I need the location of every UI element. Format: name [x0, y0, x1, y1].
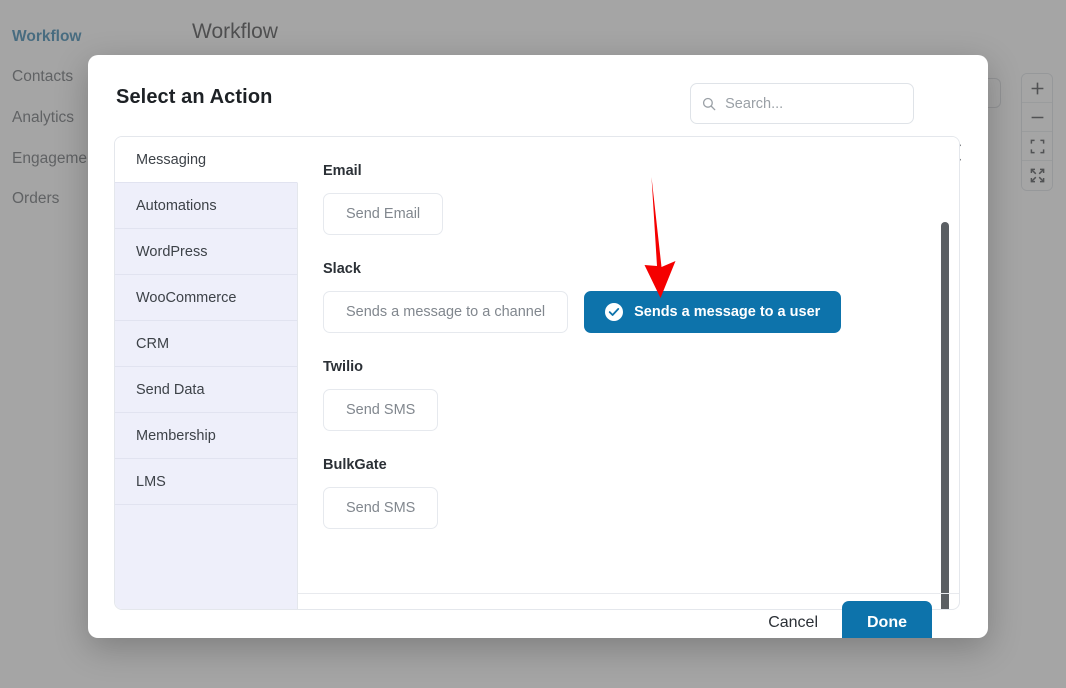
action-group-slack: Slack Sends a message to a channel Sends… — [323, 261, 959, 333]
tab-messaging[interactable]: Messaging — [115, 137, 298, 183]
check-circle-icon — [605, 303, 624, 321]
done-button[interactable]: Done — [842, 601, 932, 638]
action-label: Sends a message to a user — [634, 304, 821, 320]
content-scrollbar-thumb[interactable] — [941, 222, 949, 609]
tab-woocommerce[interactable]: WooCommerce — [115, 275, 297, 321]
cancel-button[interactable]: Cancel — [768, 614, 818, 632]
tab-lms[interactable]: LMS — [115, 459, 297, 505]
action-picker-panel: Messaging Automations WordPress WooComme… — [114, 136, 960, 610]
action-bulkgate-sms[interactable]: Send SMS — [323, 487, 439, 529]
search-icon — [702, 97, 716, 110]
action-list[interactable]: Email Send Email Slack Sends a message t… — [298, 137, 959, 593]
tab-wordpress[interactable]: WordPress — [115, 229, 297, 275]
action-group-bulkgate: BulkGate Send SMS — [323, 457, 959, 529]
category-tabs: Messaging Automations WordPress WooComme… — [115, 137, 298, 609]
group-label: Slack — [323, 261, 361, 277]
action-slack-channel[interactable]: Sends a message to a channel — [323, 291, 569, 333]
select-action-modal: Select an Action Messaging Automations W… — [88, 55, 988, 638]
tab-membership[interactable]: Membership — [115, 413, 297, 459]
action-twilio-sms[interactable]: Send SMS — [323, 389, 439, 431]
group-label: Email — [323, 163, 362, 179]
group-label: BulkGate — [323, 457, 387, 473]
tab-crm[interactable]: CRM — [115, 321, 297, 367]
action-group-twilio: Twilio Send SMS — [323, 359, 959, 431]
action-slack-user[interactable]: Sends a message to a user — [584, 291, 842, 333]
tab-send-data[interactable]: Send Data — [115, 367, 297, 413]
action-group-email: Email Send Email — [323, 163, 959, 235]
action-send-email[interactable]: Send Email — [323, 193, 444, 235]
modal-title: Select an Action — [116, 86, 273, 108]
search-input[interactable] — [725, 95, 902, 112]
modal-footer: Cancel Done — [114, 592, 960, 638]
tab-automations[interactable]: Automations — [115, 183, 297, 229]
search-box[interactable] — [690, 83, 914, 124]
group-label: Twilio — [323, 359, 364, 375]
